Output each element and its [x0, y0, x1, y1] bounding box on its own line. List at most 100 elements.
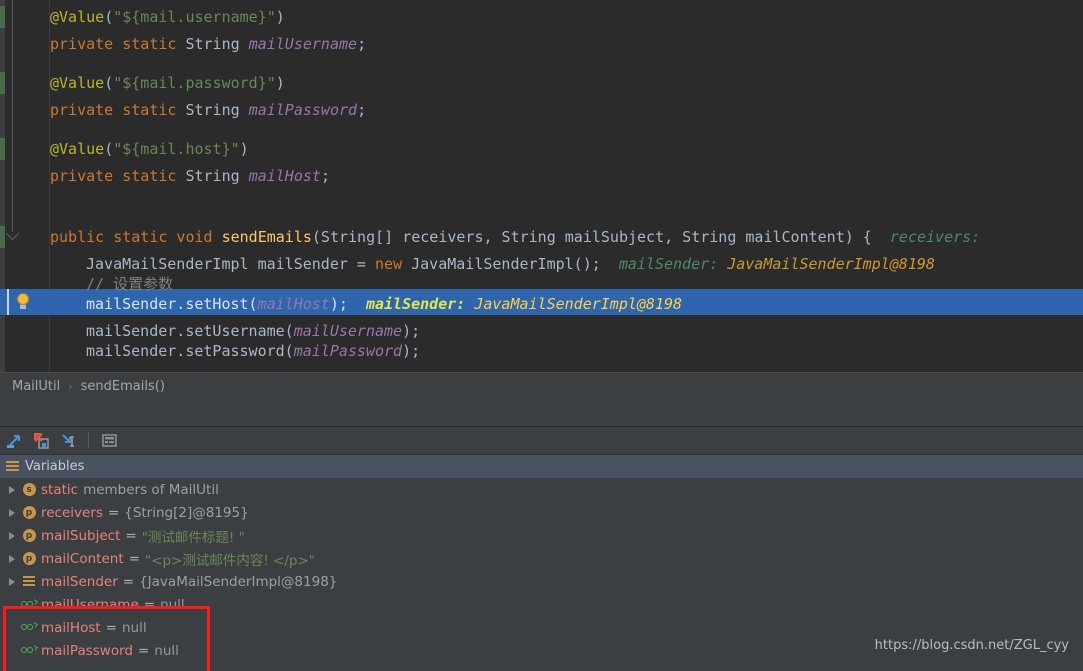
variable-name: mailContent — [41, 550, 124, 567]
code-token: @Value — [50, 8, 105, 26]
variable-suffix: members of MailUtil — [83, 481, 219, 498]
variable-value: {String[2]@8195} — [124, 504, 249, 521]
code-token: ( — [104, 74, 114, 92]
code-token: mailPassword — [293, 342, 403, 360]
intention-bulb-icon[interactable] — [16, 293, 30, 311]
code-editor[interactable]: @Value("${mail.username}") private static… — [0, 0, 1083, 372]
expand-triangle-icon[interactable] — [4, 555, 20, 563]
breadcrumb-class[interactable]: MailUtil — [12, 379, 60, 394]
execution-caret — [7, 289, 9, 315]
code-token: mailUsername — [248, 35, 358, 53]
variable-name: mailHost — [41, 619, 101, 636]
code-line[interactable]: @Value("${mail.username}") — [50, 4, 285, 31]
code-line[interactable]: JavaMailSenderImpl mailSender = new Java… — [86, 251, 935, 278]
variable-name: mailSubject — [41, 527, 121, 544]
code-line[interactable]: private static String mailPassword; — [50, 97, 366, 124]
code-line[interactable]: private static String mailUsername; — [50, 31, 366, 58]
code-token: ; — [320, 167, 330, 185]
variable-value: null — [121, 619, 147, 636]
expand-triangle-icon[interactable] — [4, 578, 20, 586]
code-token: new — [374, 255, 412, 273]
code-token: private static — [50, 35, 186, 53]
code-line[interactable]: mailSender.setPassword(mailPassword); — [86, 338, 420, 365]
code-token: mailSender.setHost( — [86, 295, 258, 313]
code-token: mailSender.setPassword( — [86, 342, 294, 360]
variable-name: receivers — [41, 504, 103, 521]
variable-row[interactable]: mailSender = {JavaMailSenderImpl@8198} — [0, 570, 1083, 593]
code-token: (String[] receivers, String mailSubject,… — [311, 228, 872, 246]
drop-frame-icon[interactable] — [56, 429, 80, 453]
expand-triangle-icon[interactable] — [4, 509, 20, 517]
variable-kind-badge: p — [22, 529, 36, 542]
variable-equals: = — [143, 596, 156, 613]
code-token: public static void — [50, 228, 222, 246]
watch-glasses-icon — [20, 622, 38, 633]
code-token: ( — [104, 8, 114, 26]
watermark: https://blog.csdn.net/ZGL_cyy — [874, 638, 1069, 653]
variables-tab-header[interactable]: Variables — [0, 455, 1083, 478]
code-token: ( — [104, 140, 114, 158]
variable-value: "测试邮件标题! " — [141, 529, 245, 546]
code-token: mailHost — [257, 295, 330, 313]
code-line[interactable]: mailSender.setHost(mailHost); mailSender… — [86, 291, 682, 318]
variable-row[interactable]: p mailSubject = "测试邮件标题! " — [0, 524, 1083, 547]
code-token: ) — [275, 8, 285, 26]
variable-equals: = — [105, 619, 117, 636]
variable-equals: = — [107, 504, 120, 521]
code-token: private static — [50, 167, 186, 185]
code-line[interactable]: private static String mailHost; — [50, 163, 330, 190]
code-token: mailPassword — [248, 101, 358, 119]
variable-value: null — [154, 642, 179, 659]
breadcrumb[interactable]: MailUtil › sendEmails() — [0, 372, 1083, 400]
variable-row[interactable]: mailHost = null — [0, 616, 1083, 639]
code-token: "${mail.username}" — [113, 8, 276, 26]
watch-glasses-icon — [20, 645, 38, 656]
code-token: receivers: — [871, 228, 981, 246]
code-token: ); — [402, 342, 421, 360]
force-step-into-icon[interactable] — [2, 429, 26, 453]
variable-value: null — [160, 596, 185, 613]
variables-list-icon — [6, 461, 19, 472]
code-token: private static — [50, 101, 186, 119]
breadcrumb-method[interactable]: sendEmails() — [81, 379, 165, 394]
watch-glasses-icon — [20, 599, 38, 610]
debug-panel-spacer — [0, 400, 1083, 427]
code-token: JavaMailSenderImpl(); — [411, 255, 601, 273]
code-token: ; — [357, 101, 367, 119]
evaluate-expression-icon[interactable] — [97, 429, 121, 453]
code-text[interactable]: @Value("${mail.username}") private static… — [50, 0, 1083, 372]
code-line[interactable]: @Value("${mail.password}") — [50, 70, 285, 97]
variable-value: "<p>测试邮件内容! </p>" — [144, 552, 315, 569]
code-token: ; — [357, 35, 367, 53]
toolbar-separator — [88, 433, 89, 448]
editor-gutter[interactable] — [5, 0, 50, 372]
variable-kind-badge: p — [22, 506, 36, 519]
variable-row[interactable]: mailUsername = null — [0, 593, 1083, 616]
code-token: JavaMailSenderImpl@8198 — [474, 295, 683, 313]
param-badge: p — [20, 506, 38, 519]
param-badge: p — [20, 552, 38, 565]
code-token: ) — [275, 74, 285, 92]
code-token: mailHost — [248, 167, 321, 185]
code-token: String — [185, 167, 249, 185]
step-out-icon[interactable] — [29, 429, 53, 453]
list-icon — [20, 576, 38, 587]
code-token: sendEmails — [221, 228, 312, 246]
variable-row[interactable]: p receivers = {String[2]@8195} — [0, 501, 1083, 524]
code-token: @Value — [50, 140, 105, 158]
expand-triangle-icon[interactable] — [4, 532, 20, 540]
debug-toolbar[interactable] — [0, 427, 1083, 455]
code-line[interactable]: @Value("${mail.host}") — [50, 136, 249, 163]
expand-triangle-icon[interactable] — [4, 486, 20, 494]
code-line[interactable]: public static void sendEmails(String[] r… — [50, 224, 980, 251]
code-fold-line — [12, 0, 13, 232]
code-fold-arrow-icon[interactable] — [5, 226, 20, 241]
variable-kind-badge: s — [22, 483, 36, 496]
code-token: ); — [329, 295, 348, 313]
variable-row[interactable]: p mailContent = "<p>测试邮件内容! </p>" — [0, 547, 1083, 570]
variable-row[interactable]: s static members of MailUtil — [0, 478, 1083, 501]
variable-name: mailSender — [41, 573, 118, 590]
code-token: "${mail.host}" — [113, 140, 240, 158]
variables-tab-label: Variables — [25, 459, 85, 474]
code-token: "${mail.password}" — [113, 74, 276, 92]
